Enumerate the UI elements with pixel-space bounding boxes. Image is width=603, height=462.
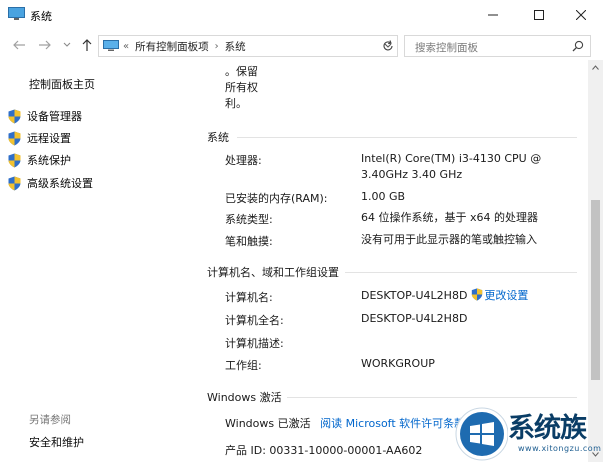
- processor-speed-value: 3.40GHz 3.40 GHz: [361, 168, 463, 181]
- change-settings-link[interactable]: 更改设置: [484, 289, 528, 302]
- shield-icon: [8, 131, 21, 145]
- main-content: 。保留 所有权 利。 系统 处理器: Intel(R) Core(TM) i3-…: [193, 60, 588, 462]
- processor-value: Intel(R) Core(TM) i3-4130 CPU @: [361, 152, 542, 165]
- address-bar[interactable]: « 所有控制面板项 › 系统: [98, 35, 398, 57]
- pen-touch-label: 笔和触摸:: [225, 235, 273, 248]
- shield-icon: [8, 176, 21, 190]
- sidebar-item-device-manager[interactable]: 设备管理器: [8, 107, 82, 125]
- system-icon: [8, 7, 25, 20]
- sidebar-item-label: 高级系统设置: [27, 177, 93, 190]
- computer-name-text: DESKTOP-U4L2H8D: [361, 289, 468, 302]
- shield-icon: [8, 153, 21, 167]
- sidebar-item-label: 设备管理器: [27, 110, 82, 123]
- arrow-left-icon: [13, 40, 25, 50]
- sidebar-item-advanced-settings[interactable]: 高级系统设置: [8, 174, 93, 192]
- arrow-right-icon: [39, 40, 51, 50]
- refresh-icon: [383, 40, 393, 51]
- recent-locations-button[interactable]: [58, 36, 76, 54]
- full-computer-name-label: 计算机全名:: [225, 314, 284, 327]
- product-id: 产品 ID: 00331-10000-00001-AA602: [225, 444, 423, 457]
- shield-icon: [472, 288, 483, 301]
- breadcrumb-system[interactable]: 系统: [225, 39, 246, 54]
- shield-icon: [8, 109, 21, 123]
- watermark-logo: [455, 407, 509, 461]
- chevron-up-icon: [592, 65, 599, 70]
- window-title: 系统: [30, 10, 52, 23]
- search-placeholder: 搜索控制面板: [415, 42, 478, 54]
- activation-section-title: Windows 激活: [207, 391, 282, 404]
- refresh-button[interactable]: [378, 36, 398, 56]
- vertical-scrollbar[interactable]: [588, 60, 603, 462]
- system-type-label: 系统类型:: [225, 213, 273, 226]
- computer-name-label: 计算机名:: [225, 291, 273, 304]
- sidebar-item-system-protection[interactable]: 系统保护: [8, 151, 71, 169]
- breadcrumb-control-panel[interactable]: 所有控制面板项: [135, 39, 209, 54]
- minimize-icon: [488, 14, 498, 16]
- computer-name-section-title: 计算机名、域和工作组设置: [207, 266, 339, 279]
- sidebar-item-remote-settings[interactable]: 远程设置: [8, 129, 71, 147]
- chevron-down-icon: [63, 42, 71, 47]
- system-type-value: 64 位操作系统，基于 x64 的处理器: [361, 211, 538, 224]
- arrow-up-icon: [82, 39, 92, 51]
- copyright-fragment: 。保留: [225, 65, 258, 78]
- system-section-title: 系统: [207, 131, 229, 144]
- chevron-right-icon[interactable]: ›: [215, 41, 219, 52]
- close-button[interactable]: [559, 0, 603, 30]
- minimize-button[interactable]: [471, 0, 515, 30]
- copyright-fragment: 所有权: [225, 81, 258, 94]
- ram-value: 1.00 GB: [361, 190, 406, 203]
- breadcrumb-overflow[interactable]: «: [123, 41, 129, 52]
- activation-status: Windows 已激活 阅读 Microsoft 软件许可条款: [225, 415, 465, 431]
- ram-label: 已安装的内存(RAM):: [225, 192, 328, 205]
- computer-description-label: 计算机描述:: [225, 337, 284, 350]
- section-divider: [237, 137, 577, 138]
- processor-label: 处理器:: [225, 154, 262, 167]
- maximize-button[interactable]: [517, 0, 561, 30]
- workgroup-label: 工作组:: [225, 359, 262, 372]
- sidebar-item-label: 系统保护: [27, 154, 71, 167]
- security-maintenance-link[interactable]: 安全和维护: [29, 434, 84, 450]
- section-divider: [345, 272, 577, 273]
- search-icon[interactable]: [572, 40, 584, 52]
- up-button[interactable]: [78, 36, 96, 54]
- watermark-text: 系统族: [508, 413, 587, 444]
- pen-touch-value: 没有可用于此显示器的笔或触控输入: [361, 233, 537, 246]
- license-terms-link[interactable]: 阅读 Microsoft 软件许可条款: [320, 417, 465, 430]
- back-button[interactable]: [10, 36, 28, 54]
- search-box[interactable]: 搜索控制面板: [404, 35, 591, 57]
- full-computer-name-value: DESKTOP-U4L2H8D: [361, 312, 468, 325]
- control-panel-home-link[interactable]: 控制面板主页: [29, 76, 95, 92]
- forward-button[interactable]: [36, 36, 54, 54]
- see-also-heading: 另请参阅: [29, 414, 71, 426]
- computer-name-value: DESKTOP-U4L2H8D 更改设置: [361, 288, 528, 303]
- scroll-thumb[interactable]: [591, 200, 600, 380]
- workgroup-value: WORKGROUP: [361, 357, 435, 370]
- watermark-url: www.xitongzu.com: [518, 444, 602, 453]
- scroll-up-button[interactable]: [588, 60, 603, 75]
- navigation-bar: « 所有控制面板项 › 系统 搜索控制面板: [0, 30, 603, 60]
- sidebar-item-label: 远程设置: [27, 132, 71, 145]
- title-bar: 系统: [0, 0, 603, 30]
- maximize-icon: [534, 10, 544, 20]
- computer-icon: [103, 40, 119, 51]
- close-icon: [576, 10, 586, 20]
- sidebar: 控制面板主页 设备管理器 远程设置 系统保护 高级系统设置 另请参阅 安全和维护: [0, 60, 193, 462]
- copyright-fragment: 利。: [225, 97, 247, 110]
- watermark: 系统族 www.xitongzu.com: [452, 404, 603, 462]
- section-divider: [287, 397, 577, 398]
- activation-status-text: Windows 已激活: [225, 417, 311, 430]
